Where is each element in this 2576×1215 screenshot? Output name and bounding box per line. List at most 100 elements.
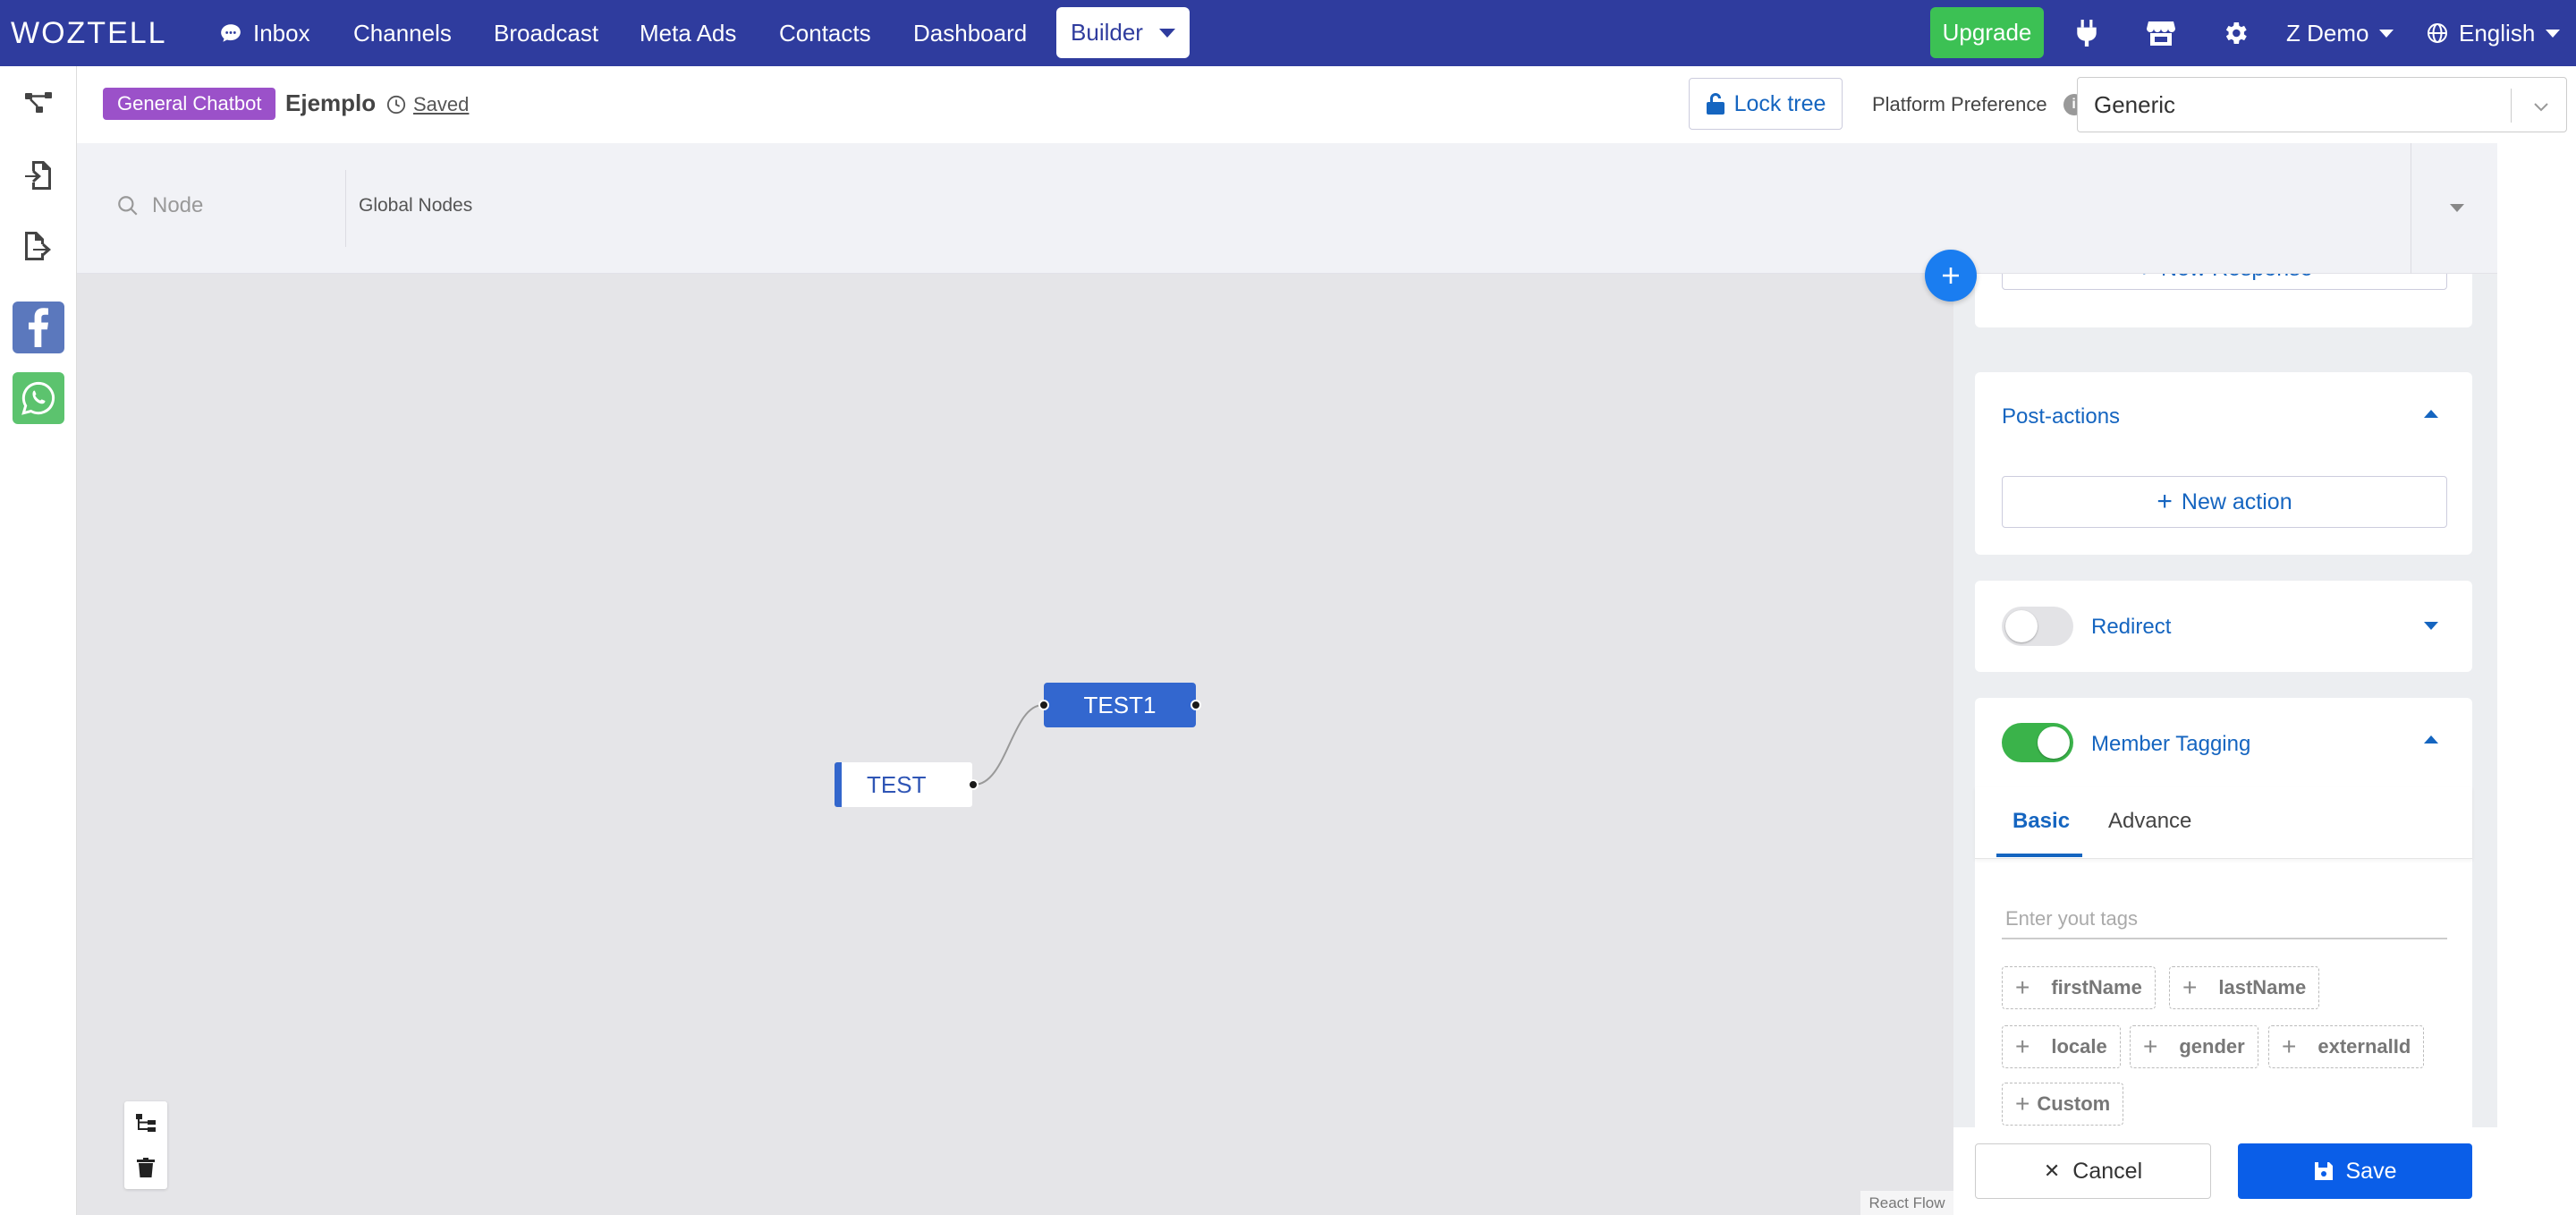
cancel-button[interactable]: ✕ Cancel [1975, 1143, 2211, 1199]
flow-edge [973, 704, 1044, 786]
toggle-knob [2005, 610, 2038, 642]
whatsapp-channel-icon[interactable] [13, 372, 64, 424]
platform-value: Generic [2094, 90, 2176, 118]
saved-status[interactable]: Saved [386, 93, 469, 116]
node-search-input[interactable]: Node [116, 193, 203, 218]
new-response-button[interactable]: + New Response [2002, 274, 2447, 290]
file-import-icon[interactable] [13, 149, 64, 201]
select-separator [2511, 89, 2512, 123]
plug-icon[interactable] [2073, 0, 2100, 66]
caret-up-icon[interactable] [2424, 735, 2438, 743]
node-output-handle[interactable] [1191, 700, 1201, 710]
node-search-bar: Node Global Nodes [77, 143, 2497, 274]
flow-node-test[interactable]: TEST [835, 762, 972, 807]
account-dropdown[interactable]: Z Demo [2286, 0, 2394, 66]
platform-select[interactable]: Generic [2077, 77, 2567, 132]
store-icon[interactable] [2145, 0, 2177, 66]
lock-tree-button[interactable]: Lock tree [1689, 78, 1843, 130]
caret-down-icon [2546, 29, 2561, 38]
flow-canvas[interactable]: TEST TEST1 React Flow [77, 274, 1953, 1215]
node-search-placeholder: Node [152, 193, 204, 217]
node-output-handle[interactable] [968, 779, 979, 790]
caret-down-icon [2379, 29, 2394, 38]
tab-basic[interactable]: Basic [2012, 809, 2070, 834]
top-nav-bar: WOZTELL Inbox Channels Broadcast Meta Ad… [0, 0, 2576, 66]
node-input-handle[interactable] [1038, 700, 1049, 710]
nav-channels[interactable]: Channels [353, 0, 452, 66]
member-tagging-toggle[interactable] [2002, 723, 2073, 762]
member-tagging-title[interactable]: Member Tagging [2091, 732, 2250, 757]
chip-label: lastName [2218, 976, 2307, 998]
tag-chip-lastname[interactable]: + lastName [2169, 966, 2320, 1009]
new-action-label: New action [2181, 489, 2292, 514]
platform-preference: Platform Preference i [1872, 93, 2085, 116]
tags-input[interactable]: Enter yout tags [2002, 907, 2447, 939]
add-node-button[interactable] [1925, 250, 1977, 302]
tree-header: General Chatbot Ejemplo Saved Lock tree … [77, 66, 2567, 143]
nav-inbox-label: Inbox [253, 19, 310, 47]
divider [345, 170, 346, 247]
plus-icon: + [2143, 1032, 2158, 1060]
file-export-icon[interactable] [13, 220, 64, 272]
nav-broadcast[interactable]: Broadcast [494, 0, 598, 66]
canvas-toolbar [124, 1101, 167, 1189]
nav-contacts[interactable]: Contacts [779, 0, 871, 66]
floppy-disk-icon [2314, 1162, 2333, 1180]
tree-layout-icon[interactable] [124, 1101, 167, 1144]
builder-label: Builder [1071, 19, 1143, 46]
plus-icon: + [2015, 973, 2030, 1001]
plus-icon: + [2282, 1032, 2297, 1060]
close-icon: ✕ [2043, 1160, 2061, 1182]
new-response-label: New Response [2161, 274, 2313, 282]
clock-icon [386, 95, 406, 115]
caret-down-icon [1158, 28, 1175, 38]
plus-icon: + [2157, 487, 2173, 516]
react-flow-attribution[interactable]: React Flow [1860, 1191, 1953, 1215]
woztell-logo[interactable]: WOZTELL [11, 16, 167, 51]
tree-name: Ejemplo [285, 89, 377, 116]
chip-label: gender [2179, 1035, 2245, 1058]
facebook-channel-icon[interactable] [13, 302, 64, 353]
nav-dashboard[interactable]: Dashboard [913, 0, 1027, 66]
save-button[interactable]: Save [2238, 1143, 2472, 1199]
language-label: English [2459, 19, 2536, 47]
nav-inbox[interactable]: Inbox [219, 0, 310, 66]
lock-tree-label: Lock tree [1733, 90, 1826, 116]
saved-label: Saved [413, 93, 470, 115]
chip-label: locale [2051, 1035, 2107, 1058]
tag-chip-externalid[interactable]: + externalId [2268, 1025, 2425, 1068]
flow-node-test1[interactable]: TEST1 [1044, 683, 1196, 727]
gear-icon[interactable] [2220, 0, 2250, 66]
tab-advance[interactable]: Advance [2108, 809, 2191, 834]
caret-down-icon[interactable] [2450, 204, 2464, 212]
language-dropdown[interactable]: English [2427, 0, 2561, 66]
chip-label: externalId [2318, 1035, 2411, 1058]
left-sidebar [0, 66, 77, 1215]
trash-icon[interactable] [124, 1146, 167, 1189]
chevron-down-icon [2534, 103, 2548, 112]
active-tab-indicator [1996, 854, 2082, 857]
redirect-title[interactable]: Redirect [2091, 615, 2171, 640]
nav-meta-ads[interactable]: Meta Ads [640, 0, 736, 66]
response-card: + New Response [1975, 274, 2472, 327]
chip-label: Custom [2037, 1092, 2111, 1115]
tree-structure-icon[interactable] [13, 77, 64, 129]
tag-chip-locale[interactable]: + locale [2002, 1025, 2121, 1068]
post-actions-card: Post-actions + New action [1975, 372, 2472, 555]
tag-chip-firstname[interactable]: + firstName [2002, 966, 2156, 1009]
post-actions-title[interactable]: Post-actions [2002, 404, 2120, 429]
tag-chip-gender[interactable]: + gender [2130, 1025, 2258, 1068]
plus-icon: + [2015, 1090, 2030, 1117]
search-icon [118, 196, 138, 216]
platform-preference-label: Platform Preference [1872, 93, 2047, 115]
caret-up-icon[interactable] [2424, 410, 2438, 418]
new-action-button[interactable]: + New action [2002, 476, 2447, 528]
plus-icon: + [2015, 1032, 2030, 1060]
global-nodes-label[interactable]: Global Nodes [359, 195, 472, 217]
caret-down-icon[interactable] [2424, 622, 2438, 630]
tag-chip-custom[interactable]: + Custom [2002, 1083, 2124, 1126]
plus-icon [1943, 268, 1959, 284]
nav-builder-dropdown[interactable]: Builder [1056, 7, 1190, 58]
upgrade-button[interactable]: Upgrade [1930, 7, 2044, 58]
redirect-toggle[interactable] [2002, 607, 2073, 646]
